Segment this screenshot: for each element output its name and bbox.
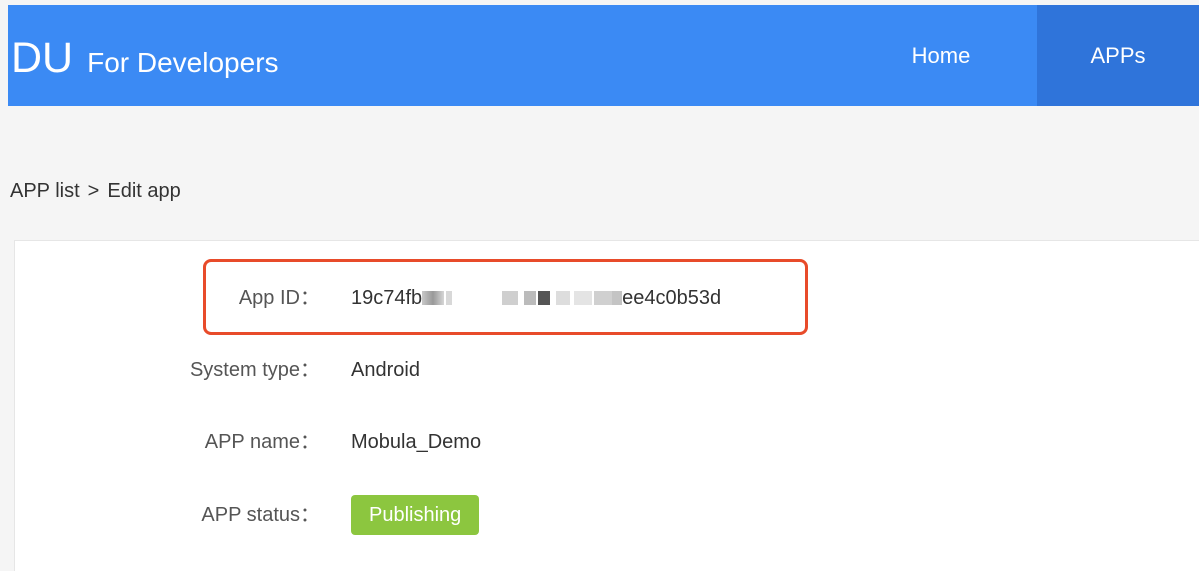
- app-status-row: APP status： Publishing: [15, 495, 480, 535]
- top-navigation-bar: DU For Developers Home APPs: [8, 5, 1199, 106]
- system-type-value: Android: [351, 359, 420, 381]
- app-name-row: APP name： Mobula_Demo: [15, 422, 481, 462]
- app-status-label: APP status：: [201, 504, 320, 526]
- redaction-mark: [538, 291, 551, 305]
- breadcrumb-separator: >: [87, 180, 100, 202]
- app-status-value-wrap: Publishing: [351, 495, 480, 535]
- redaction-mark: [556, 291, 571, 305]
- system-type-row: System type： Android: [15, 350, 420, 390]
- app-id-value-end: ee4c0b53d: [622, 287, 722, 309]
- breadcrumb: APP list > Edit app: [10, 176, 181, 206]
- nav-apps[interactable]: APPs: [1037, 5, 1199, 106]
- redaction-gap: [452, 291, 499, 305]
- status-badge: Publishing: [351, 495, 480, 535]
- app-name-label: APP name：: [204, 431, 320, 453]
- system-type-label: System type：: [189, 359, 320, 381]
- brand-title: For Developers: [87, 47, 279, 78]
- redaction-mark: [502, 291, 519, 305]
- app-id-label: App ID：: [238, 287, 320, 309]
- redaction-mark: [574, 291, 593, 305]
- app-id-value-start: 19c74fb: [351, 287, 423, 309]
- redaction-mark: [524, 291, 537, 305]
- app-details-card: App ID： 19c74fb ee4c0b53d System type： A…: [14, 240, 1199, 571]
- brand[interactable]: DU For Developers: [11, 36, 279, 81]
- du-logo: DU: [11, 34, 74, 82]
- page: DU For Developers Home APPs APP list > E…: [0, 0, 1199, 571]
- redaction-mark: [422, 291, 445, 305]
- nav-home[interactable]: Home: [876, 5, 1006, 106]
- breadcrumb-edit-app: Edit app: [107, 180, 181, 202]
- breadcrumb-app-list[interactable]: APP list: [10, 176, 80, 206]
- redaction-mark: [612, 291, 623, 305]
- app-id-value: 19c74fb ee4c0b53d: [351, 278, 721, 318]
- redaction-mark: [594, 291, 613, 305]
- app-id-row: App ID： 19c74fb ee4c0b53d: [15, 278, 721, 318]
- app-name-value: Mobula_Demo: [351, 431, 482, 453]
